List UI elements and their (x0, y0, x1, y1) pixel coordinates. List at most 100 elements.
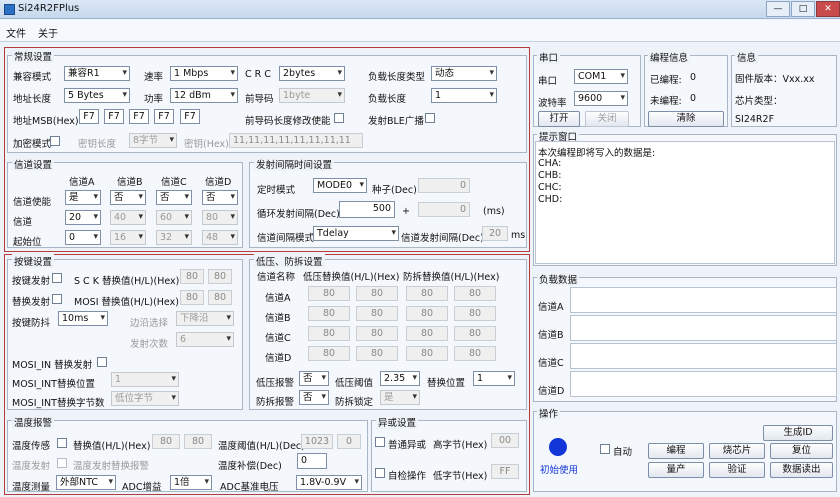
tx-count-select[interactable]: 6 (176, 332, 234, 347)
edge-select[interactable]: 下降沿 (176, 311, 234, 326)
lv-row-c-high[interactable]: 80 (308, 326, 350, 341)
clear-count-button[interactable]: 清除 (648, 111, 724, 127)
channel-c-number[interactable]: 60 (156, 210, 192, 225)
xor-low-input[interactable]: FF (491, 464, 519, 479)
cycle-interval-input[interactable]: 500 (339, 201, 395, 218)
replace-pos-select[interactable]: 1 (473, 371, 515, 386)
mass-production-button[interactable]: 量产 (648, 462, 704, 478)
close-port-button[interactable]: 关闭 (585, 111, 629, 127)
read-data-button[interactable]: 数据读出 (770, 462, 833, 478)
auto-checkbox[interactable] (600, 444, 610, 454)
lv-row-a-low[interactable]: 80 (356, 286, 398, 301)
temp-sensor-checkbox[interactable] (57, 438, 67, 448)
mosi-in-tx-checkbox[interactable] (97, 357, 107, 367)
replace-tx-checkbox[interactable] (52, 294, 62, 304)
addr-byte-5[interactable]: F7 (180, 109, 200, 124)
tamper-row-a-low[interactable]: 80 (454, 286, 496, 301)
timer-mode-select[interactable]: MODE0 (313, 178, 367, 193)
payload-text-d[interactable] (570, 371, 837, 397)
encrypt-checkbox[interactable] (50, 136, 60, 146)
mosi-int-pos-select[interactable]: 1 (111, 372, 179, 387)
menu-file[interactable]: 文件 (6, 25, 26, 40)
close-button[interactable]: ✕ (816, 1, 840, 17)
lv-row-b-high[interactable]: 80 (308, 306, 350, 321)
channel-a-number[interactable]: 20 (65, 210, 101, 225)
maximize-button[interactable]: □ (791, 1, 815, 17)
generate-id-button[interactable]: 生成ID (763, 425, 833, 441)
lv-row-a-high[interactable]: 80 (308, 286, 350, 301)
addr-width-select[interactable]: 5 Bytes (64, 88, 130, 103)
program-button[interactable]: 编程 (648, 443, 704, 459)
tamper-row-a-high[interactable]: 80 (406, 286, 448, 301)
key-length-select[interactable]: 8字节 (129, 133, 177, 148)
channel-interval-input[interactable]: 20 (482, 226, 508, 241)
channel-b-start[interactable]: 16 (110, 230, 146, 245)
preamble-modify-checkbox[interactable] (334, 113, 344, 123)
payload-text-c[interactable] (570, 343, 837, 369)
payload-length-select[interactable]: 1 (431, 88, 497, 103)
burn-chip-button[interactable]: 烧芯片 (709, 443, 765, 459)
sck-high-input[interactable]: 80 (180, 269, 204, 284)
tamper-row-c-low[interactable]: 80 (454, 326, 496, 341)
channel-b-enable[interactable]: 否 (110, 190, 146, 205)
lv-row-d-low[interactable]: 80 (356, 346, 398, 361)
cycle-extra-input[interactable]: 0 (418, 202, 470, 217)
tamper-row-d-high[interactable]: 80 (406, 346, 448, 361)
sck-low-input[interactable]: 80 (208, 269, 232, 284)
addr-byte-3[interactable]: F7 (129, 109, 149, 124)
temp-threshold-low[interactable]: 0 (337, 434, 361, 449)
open-port-button[interactable]: 打开 (538, 111, 580, 127)
channel-d-start[interactable]: 48 (202, 230, 238, 245)
reset-button[interactable]: 复位 (770, 443, 833, 459)
channel-b-number[interactable]: 40 (110, 210, 146, 225)
xor-normal-checkbox[interactable] (375, 437, 385, 447)
tamper-lock-select[interactable]: 是 (380, 390, 420, 405)
temp-replace-low[interactable]: 80 (184, 434, 212, 449)
adc-ref-select[interactable]: 1.8V-0.9V (296, 475, 362, 490)
adc-gain-select[interactable]: 1倍 (170, 475, 212, 490)
channel-interval-mode-select[interactable]: Tdelay (313, 226, 399, 241)
lv-row-c-low[interactable]: 80 (356, 326, 398, 341)
seed-input[interactable]: 0 (418, 178, 470, 193)
mode-select[interactable]: 兼容R1 (64, 66, 130, 81)
power-select[interactable]: 12 dBm (170, 88, 238, 103)
mosi-low-input[interactable]: 80 (208, 290, 232, 305)
lv-row-d-high[interactable]: 80 (308, 346, 350, 361)
payload-type-select[interactable]: 动态 (431, 66, 497, 81)
temp-measure-select[interactable]: 外部NTC (56, 475, 116, 490)
channel-c-enable[interactable]: 否 (156, 190, 192, 205)
tamper-row-b-high[interactable]: 80 (406, 306, 448, 321)
channel-c-start[interactable]: 32 (156, 230, 192, 245)
tamper-row-c-high[interactable]: 80 (406, 326, 448, 341)
debounce-select[interactable]: 10ms (58, 311, 108, 326)
temp-tx-checkbox[interactable] (57, 458, 67, 468)
serial-port-select[interactable]: COM1 (574, 69, 628, 84)
key-input[interactable]: 11,11,11,11,11,11,11,11 (229, 133, 363, 148)
rate-select[interactable]: 1 Mbps (170, 66, 238, 81)
tamper-row-b-low[interactable]: 80 (454, 306, 496, 321)
temp-threshold-high[interactable]: 1023 (301, 434, 333, 449)
preamble-select[interactable]: 1byte (279, 88, 345, 103)
channel-d-enable[interactable]: 否 (202, 190, 238, 205)
payload-text-a[interactable] (570, 287, 837, 313)
temp-comp-input[interactable]: 0 (297, 453, 327, 469)
baud-select[interactable]: 9600 (574, 91, 628, 106)
minimize-button[interactable]: — (766, 1, 790, 17)
xor-selftest-checkbox[interactable] (375, 468, 385, 478)
crc-select[interactable]: 2bytes (279, 66, 345, 81)
tamper-alarm-select[interactable]: 否 (299, 390, 329, 405)
channel-a-start[interactable]: 0 (65, 230, 101, 245)
key-tx-checkbox[interactable] (52, 273, 62, 283)
menu-about[interactable]: 关于 (38, 25, 58, 40)
lv-row-b-low[interactable]: 80 (356, 306, 398, 321)
channel-a-enable[interactable]: 是 (65, 190, 101, 205)
addr-byte-2[interactable]: F7 (104, 109, 124, 124)
ble-checkbox[interactable] (425, 113, 435, 123)
mosi-int-bytes-select[interactable]: 低位字节 (111, 391, 179, 406)
temp-replace-high[interactable]: 80 (152, 434, 180, 449)
lv-threshold-select[interactable]: 2.35 (380, 371, 420, 386)
tamper-row-d-low[interactable]: 80 (454, 346, 496, 361)
payload-text-b[interactable] (570, 315, 837, 341)
mosi-high-input[interactable]: 80 (180, 290, 204, 305)
channel-d-number[interactable]: 80 (202, 210, 238, 225)
